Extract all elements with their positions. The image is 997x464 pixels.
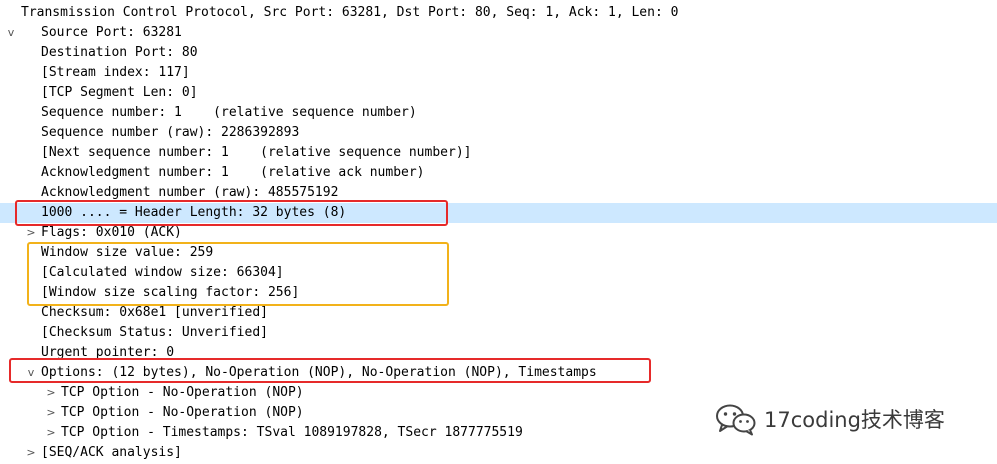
tree-row[interactable]: > [SEQ/ACK analysis]: [0, 443, 997, 463]
tree-row-label: 1000 .... = Header Length: 32 bytes (8): [41, 205, 347, 220]
tree-row[interactable]: [Window size scaling factor: 256]: [0, 283, 997, 303]
tree-row[interactable]: Sequence number: 1 (relative sequence nu…: [0, 103, 997, 123]
tree-row-label: Flags: 0x010 (ACK): [41, 225, 182, 240]
tree-row-label: Source Port: 63281: [41, 25, 182, 40]
watermark: 17coding技术博客: [714, 402, 945, 436]
expand-chevron-icon[interactable]: >: [44, 423, 58, 443]
tree-row-label: TCP Option - No-Operation (NOP): [61, 405, 304, 420]
tree-row-label: Window size value: 259: [41, 245, 214, 260]
tcp-header-label: Transmission Control Protocol, Src Port:…: [21, 5, 679, 20]
expand-chevron-icon[interactable]: >: [44, 383, 58, 403]
tree-row-label: TCP Option - No-Operation (NOP): [61, 385, 304, 400]
tree-row-label: Sequence number (raw): 2286392893: [41, 125, 300, 140]
tree-row[interactable]: Acknowledgment number: 1 (relative ack n…: [0, 163, 997, 183]
wechat-icon: [716, 404, 756, 436]
tree-row-label: Urgent pointer: 0: [41, 345, 175, 360]
tree-row[interactable]: [Calculated window size: 66304]: [0, 263, 997, 283]
tree-row[interactable]: v Options: (12 bytes), No-Operation (NOP)…: [0, 363, 997, 383]
tree-row-label: [Next sequence number: 1 (relative seque…: [41, 145, 472, 160]
tree-row-label: Sequence number: 1 (relative sequence nu…: [41, 105, 417, 120]
tcp-header-row[interactable]: v Transmission Control Protocol, Src Por…: [0, 3, 997, 39]
tree-row[interactable]: [Checksum Status: Unverified]: [0, 323, 997, 343]
tree-row-label: Acknowledgment number: 1 (relative ack n…: [41, 165, 425, 180]
expand-chevron-icon[interactable]: >: [24, 443, 38, 463]
tree-row-label: [Stream index: 117]: [41, 65, 190, 80]
tree-row-label: TCP Option - Timestamps: TSval 108919782…: [61, 425, 523, 440]
tree-row[interactable]: > Flags: 0x010 (ACK): [0, 223, 997, 243]
tree-row-label: [Checksum Status: Unverified]: [41, 325, 268, 340]
tree-row[interactable]: [TCP Segment Len: 0]: [0, 83, 997, 103]
collapse-chevron-icon[interactable]: v: [24, 363, 38, 383]
tree-row[interactable]: Source Port: 63281: [0, 23, 997, 43]
tree-row[interactable]: Destination Port: 80: [0, 43, 997, 63]
tree-row-label: [SEQ/ACK analysis]: [41, 445, 182, 460]
tree-row[interactable]: Sequence number (raw): 2286392893: [0, 123, 997, 143]
tree-row[interactable]: Urgent pointer: 0: [0, 343, 997, 363]
tree-row[interactable]: Acknowledgment number (raw): 485575192: [0, 183, 997, 203]
tree-row[interactable]: [Next sequence number: 1 (relative seque…: [0, 143, 997, 163]
tree-row-label: [Calculated window size: 66304]: [41, 265, 284, 280]
watermark-text: 17coding技术博客: [764, 408, 945, 432]
tree-row[interactable]: Window size value: 259: [0, 243, 997, 263]
expand-chevron-icon[interactable]: >: [24, 223, 38, 243]
tree-row-label: [TCP Segment Len: 0]: [41, 85, 198, 100]
tree-row[interactable]: > TCP Option - No-Operation (NOP): [0, 383, 997, 403]
tree-row-label: Destination Port: 80: [41, 45, 198, 60]
tree-row[interactable]: [Stream index: 117]: [0, 63, 997, 83]
tree-row-label: Checksum: 0x68e1 [unverified]: [41, 305, 268, 320]
tree-row-label: [Window size scaling factor: 256]: [41, 285, 300, 300]
tree-row-selected[interactable]: 1000 .... = Header Length: 32 bytes (8): [0, 203, 997, 223]
tree-row[interactable]: Checksum: 0x68e1 [unverified]: [0, 303, 997, 323]
tree-row-label: Acknowledgment number (raw): 485575192: [41, 185, 339, 200]
tree-row-label: Options: (12 bytes), No-Operation (NOP),…: [41, 365, 597, 380]
expand-chevron-icon[interactable]: >: [44, 403, 58, 423]
